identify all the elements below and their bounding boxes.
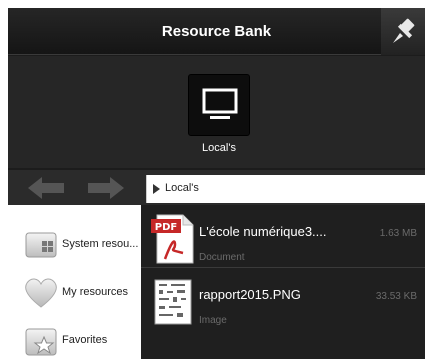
local-location-tile[interactable] — [188, 74, 250, 136]
path-breadcrumb[interactable]: Local's — [146, 175, 425, 203]
navigation-bar: Local's — [8, 170, 425, 205]
sidebar-item-system-resources[interactable]: System resou... — [22, 227, 141, 267]
list-item[interactable]: rapport2015.PNG Image 33.53 KB — [141, 267, 425, 327]
local-location-label: Local's — [202, 142, 236, 154]
pin-icon — [393, 18, 415, 43]
breadcrumb-text: Local's — [165, 182, 199, 194]
pdf-icon: PDF — [151, 214, 194, 264]
sidebar-item-label: Favorites — [62, 334, 108, 346]
back-arrow-icon[interactable] — [26, 175, 66, 201]
sidebar-item-label: System resou... — [62, 238, 139, 250]
file-type: Image — [199, 315, 227, 326]
file-name: L'école numérique3.... — [199, 224, 327, 239]
file-name: rapport2015.PNG — [199, 287, 301, 302]
file-type: Document — [199, 252, 245, 263]
heart-icon — [25, 278, 57, 308]
sidebar: System resou... My resources Favorites — [8, 205, 141, 359]
window-title: Resource Bank — [161, 23, 272, 40]
image-thumbnail — [154, 279, 192, 325]
sidebar-item-favorites[interactable]: Favorites — [22, 323, 141, 359]
file-size: 1.63 MB — [379, 228, 417, 239]
pin-button[interactable] — [381, 8, 425, 55]
file-list: PDF L'école numérique3.... Document 1.63… — [141, 205, 425, 359]
breadcrumb-caret-icon — [153, 184, 160, 194]
forward-arrow-icon[interactable] — [86, 175, 126, 201]
sidebar-item-label: My resources — [62, 286, 129, 298]
sidebar-item-my-resources[interactable]: My resources — [22, 275, 141, 315]
list-item[interactable]: PDF L'école numérique3.... Document 1.63… — [141, 205, 425, 265]
title-bar: Resource Bank — [8, 8, 425, 55]
location-panel: Local's — [8, 56, 425, 168]
resource-bank-window: Resource Bank Local's Local's System res… — [8, 8, 425, 359]
svg-text:PDF: PDF — [155, 222, 177, 233]
monitor-icon — [202, 88, 238, 119]
file-size: 33.53 KB — [375, 291, 417, 302]
system-resources-icon — [25, 232, 57, 258]
star-icon — [25, 328, 57, 356]
